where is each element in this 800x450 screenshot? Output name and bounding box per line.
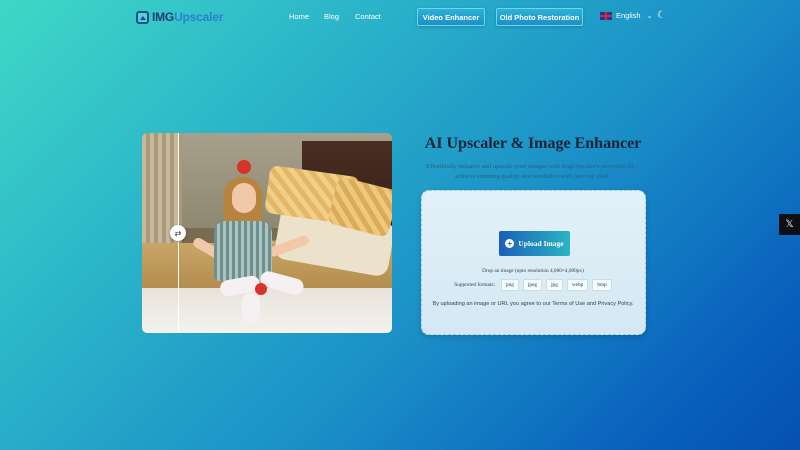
format-badge: bmp <box>592 279 612 291</box>
upload-dropzone[interactable]: + Upload Image Drop an image (upto resol… <box>421 190 646 335</box>
nav-link-home[interactable]: Home <box>289 12 309 21</box>
page-subtitle: Effortlessly enhance and upscale your im… <box>426 163 640 180</box>
moon-icon[interactable]: ☾ <box>657 10 666 21</box>
video-enhancer-button[interactable]: Video Enhancer <box>417 8 485 26</box>
uk-flag-icon <box>600 11 612 20</box>
before-after-image[interactable]: ⇄ <box>142 133 392 333</box>
logo[interactable]: IMGUpscaler <box>136 10 223 24</box>
supported-formats: Supported formats: png jpeg jpg webp bmp <box>422 279 644 291</box>
page-title: AI Upscaler & Image Enhancer <box>424 135 642 152</box>
drop-hint: Drop an image (upto resolution 4,000×4,0… <box>482 268 584 274</box>
logo-text-img: IMG <box>152 10 175 24</box>
swap-arrows-icon[interactable]: ⇄ <box>170 225 186 241</box>
old-photo-restoration-button[interactable]: Old Photo Restoration <box>496 8 583 26</box>
nav-link-blog[interactable]: Blog <box>324 12 339 21</box>
nav-link-contact[interactable]: Contact <box>355 12 381 21</box>
logo-text-upscaler: Upscaler <box>174 10 224 24</box>
format-badge: webp <box>566 279 589 291</box>
top-nav: IMGUpscaler Home Blog Contact Video Enha… <box>0 0 800 34</box>
chevron-down-icon: ⌄ <box>646 12 653 20</box>
format-badge: png <box>501 279 519 291</box>
logo-icon <box>136 10 149 24</box>
x-twitter-icon[interactable]: 𝕏 <box>779 214 800 235</box>
upload-button-label: Upload Image <box>518 239 564 248</box>
formats-label: Supported formats: <box>454 282 495 288</box>
terms-notice: By uploading an image or URL you agree t… <box>432 301 634 307</box>
language-label: English <box>616 11 641 20</box>
plus-icon: + <box>505 239 515 248</box>
format-badge: jpg <box>546 279 563 291</box>
language-selector[interactable]: English ⌄ <box>600 11 652 20</box>
upload-image-button[interactable]: + Upload Image <box>499 231 570 256</box>
format-badge: jpeg <box>522 279 543 291</box>
